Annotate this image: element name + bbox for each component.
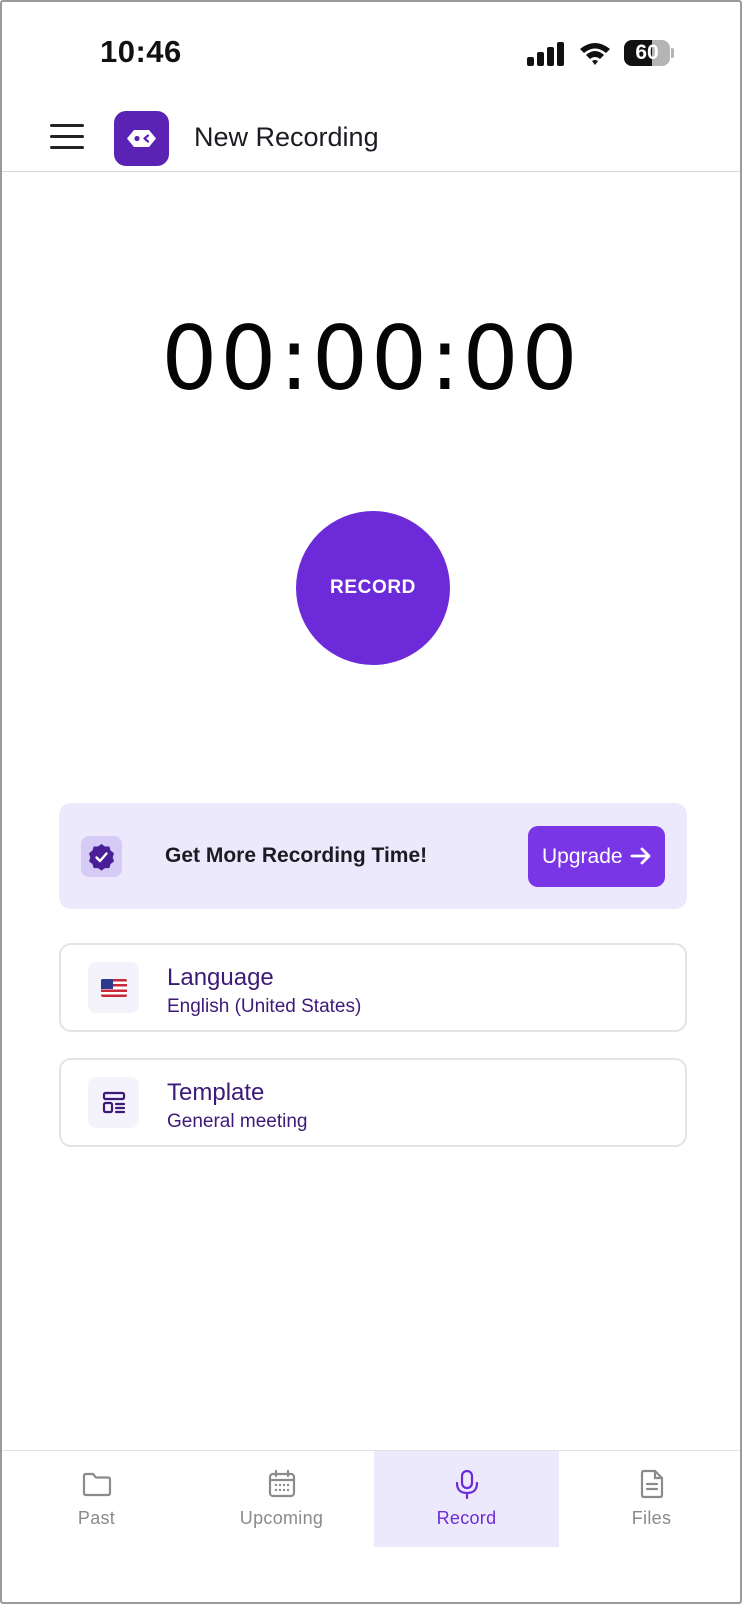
upgrade-banner: Get More Recording Time! Upgrade (59, 803, 687, 909)
upgrade-button[interactable]: Upgrade (528, 826, 665, 887)
us-flag-icon (88, 962, 139, 1013)
tab-upcoming-label: Upcoming (239, 1508, 324, 1528)
battery-icon: 60 (624, 40, 674, 66)
tab-past[interactable]: Past (4, 1451, 189, 1547)
page-title: New Recording (194, 122, 379, 152)
bottom-navigation: Past Upcoming Record Files (2, 1450, 740, 1547)
tab-files[interactable]: Files (559, 1451, 740, 1547)
template-selector[interactable]: Template General meeting (59, 1058, 687, 1147)
battery-percentage: 60 (635, 41, 659, 64)
app-screen: 10:46 60 New Recording 00:00:00 RECORD G… (0, 0, 742, 1604)
template-layout-icon (88, 1077, 139, 1128)
app-logo-icon (114, 111, 169, 166)
tab-past-label: Past (77, 1508, 116, 1528)
record-button[interactable]: RECORD (296, 511, 450, 665)
verified-badge-icon (81, 836, 122, 877)
arrow-right-icon (630, 847, 651, 865)
hamburger-menu-icon[interactable] (50, 124, 84, 150)
folder-icon (82, 1472, 111, 1497)
status-time: 10:46 (100, 34, 182, 69)
status-bar: 10:46 60 (2, 2, 740, 102)
tab-files-label: Files (631, 1508, 672, 1528)
template-label: Template (167, 1079, 265, 1106)
upgrade-button-label: Upgrade (542, 844, 623, 868)
calendar-icon (268, 1469, 295, 1498)
microphone-icon (455, 1469, 478, 1500)
template-value: General meeting (167, 1111, 308, 1132)
app-header: New Recording (2, 102, 740, 172)
recording-timer: 00:00:00 (161, 307, 581, 410)
language-label: Language (167, 964, 274, 991)
tab-upcoming[interactable]: Upcoming (189, 1451, 374, 1547)
upgrade-message: Get More Recording Time! (165, 844, 428, 867)
wifi-icon (580, 43, 610, 65)
tab-record[interactable]: Record (374, 1451, 559, 1547)
cellular-signal-icon (527, 42, 565, 66)
language-value: English (United States) (167, 996, 362, 1017)
tab-record-label: Record (436, 1508, 497, 1528)
document-icon (640, 1469, 663, 1499)
language-selector[interactable]: Language English (United States) (59, 943, 687, 1032)
